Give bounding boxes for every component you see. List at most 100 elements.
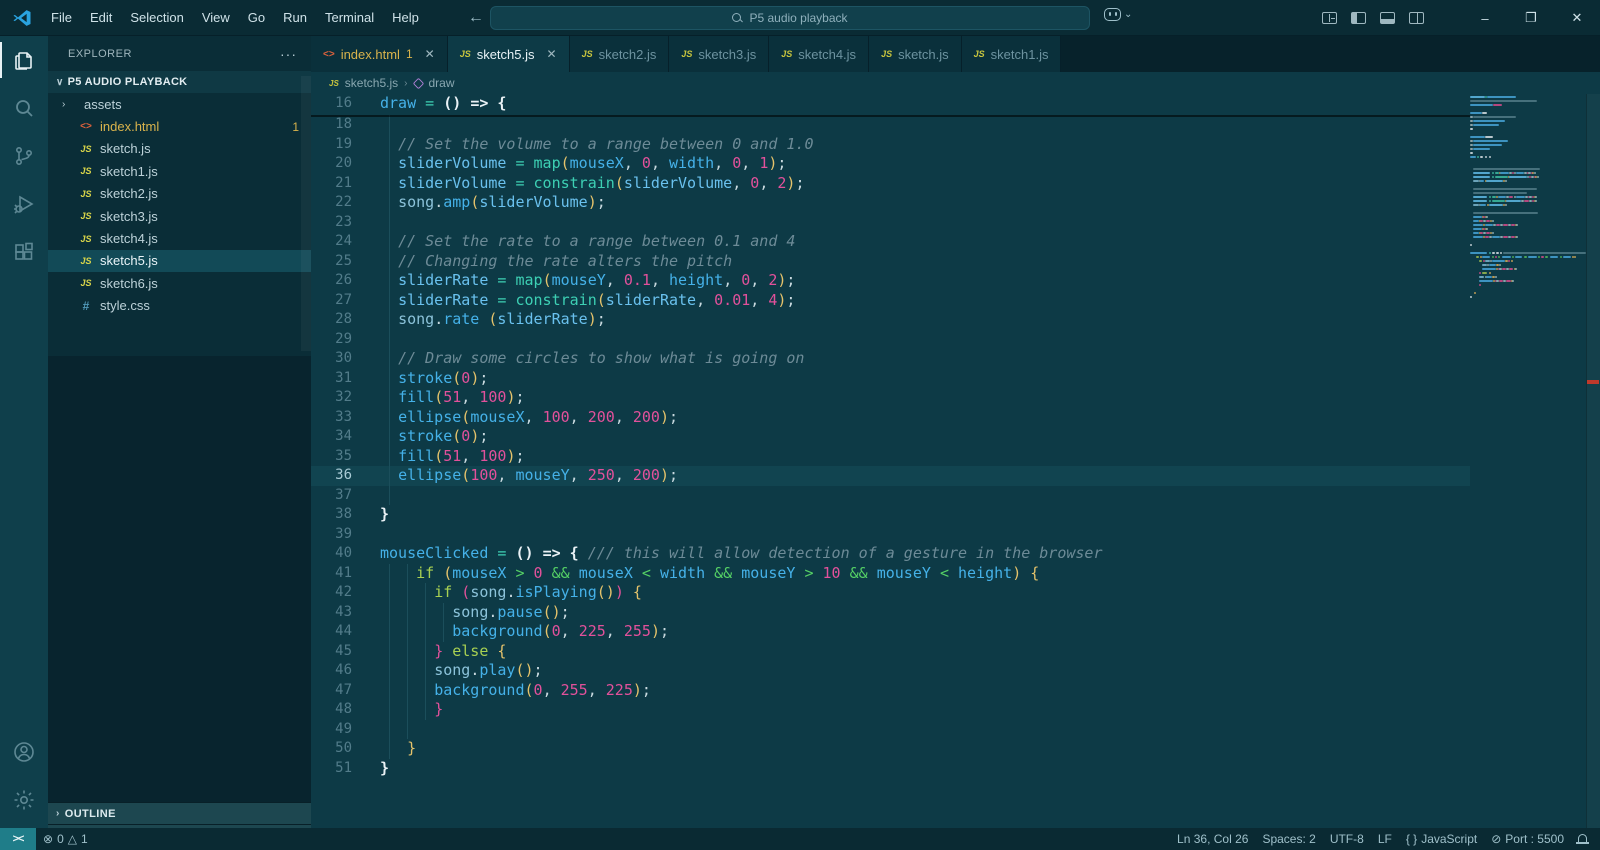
- tab-sketch3.js[interactable]: JS sketch3.js: [669, 36, 770, 72]
- statusbar-language-mode[interactable]: { } JavaScript: [1399, 828, 1484, 850]
- statusbar-notifications[interactable]: [1571, 828, 1594, 850]
- code-line-31[interactable]: 31 stroke(0);: [311, 368, 1470, 388]
- code-line-29[interactable]: 29: [311, 329, 1470, 349]
- file-sketch3.js[interactable]: JS sketch3.js: [48, 205, 311, 227]
- code-line-42[interactable]: 42 if (song.isPlaying()) {: [311, 583, 1470, 603]
- restore-button[interactable]: ❐: [1508, 0, 1554, 36]
- tab-sketch.js[interactable]: JS sketch.js: [869, 36, 962, 72]
- code-line-18[interactable]: 18: [311, 115, 1470, 135]
- code-line-33[interactable]: 33 ellipse(mouseX, 100, 200, 200);: [311, 407, 1470, 427]
- file-sketch5.js[interactable]: JS sketch5.js: [48, 249, 311, 273]
- file-style.css[interactable]: # style.css: [48, 295, 311, 317]
- sticky-line-16[interactable]: 16 draw = () => {: [311, 94, 1470, 114]
- code-line-51[interactable]: 51}: [311, 759, 1470, 779]
- remote-indicator[interactable]: ><: [0, 828, 36, 850]
- file-assets[interactable]: › assets: [48, 93, 311, 115]
- sticky-scroll-line[interactable]: 16 draw = () => {: [311, 94, 1470, 115]
- code-line-37[interactable]: 37: [311, 485, 1470, 505]
- statusbar-eol[interactable]: LF: [1371, 828, 1399, 850]
- close-button[interactable]: ✕: [1554, 0, 1600, 36]
- menu-help[interactable]: Help: [383, 0, 428, 36]
- customize-layout-icon[interactable]: [1322, 12, 1337, 24]
- file-sketch.js[interactable]: JS sketch.js: [48, 138, 311, 160]
- code-line-34[interactable]: 34 stroke(0);: [311, 427, 1470, 447]
- sidebar-scrollbar[interactable]: [301, 76, 311, 351]
- run-debug-icon[interactable]: [0, 180, 48, 228]
- explorer-actions-icon[interactable]: ···: [280, 46, 297, 62]
- code-line-26[interactable]: 26 sliderRate = map(mouseY, 0.1, height,…: [311, 271, 1470, 291]
- code-line-19[interactable]: 19 // Set the volume to a range between …: [311, 134, 1470, 154]
- statusbar-cursor-position[interactable]: Ln 36, Col 26: [1170, 828, 1255, 850]
- statusbar-encoding[interactable]: UTF-8: [1323, 828, 1371, 850]
- tab-sketch1.js[interactable]: JS sketch1.js: [961, 36, 1062, 72]
- menu-go[interactable]: Go: [239, 0, 274, 36]
- tab-sketch5.js[interactable]: JS sketch5.js ✕: [447, 36, 570, 72]
- file-sketch6.js[interactable]: JS sketch6.js: [48, 272, 311, 294]
- statusbar-live-server-port[interactable]: ⊘ Port : 5500: [1484, 828, 1571, 850]
- menu-selection[interactable]: Selection: [121, 0, 192, 36]
- code-line-50[interactable]: 50 }: [311, 739, 1470, 759]
- extensions-icon[interactable]: [0, 228, 48, 276]
- code-line-30[interactable]: 30 // Draw some circles to show what is …: [311, 349, 1470, 369]
- settings-gear-icon[interactable]: [0, 776, 48, 824]
- menu-view[interactable]: View: [193, 0, 239, 36]
- file-sketch2.js[interactable]: JS sketch2.js: [48, 183, 311, 205]
- code-line-20[interactable]: 20 sliderVolume = map(mouseX, 0, width, …: [311, 154, 1470, 174]
- close-tab-icon[interactable]: ✕: [425, 47, 435, 61]
- source-control-icon[interactable]: [0, 132, 48, 180]
- code-line-27[interactable]: 27 sliderRate = constrain(sliderRate, 0.…: [311, 290, 1470, 310]
- minimap[interactable]: [1470, 94, 1586, 828]
- code-line-41[interactable]: 41 if (mouseX > 0 && mouseX < width && m…: [311, 563, 1470, 583]
- line-text: if (song.isPlaying()) {: [434, 583, 642, 601]
- account-icon[interactable]: [0, 728, 48, 776]
- toggle-panel-icon[interactable]: [1380, 12, 1395, 24]
- file-sketch4.js[interactable]: JS sketch4.js: [48, 227, 311, 249]
- tab-sketch4.js[interactable]: JS sketch4.js: [769, 36, 870, 72]
- breadcrumb-file[interactable]: sketch5.js: [345, 76, 398, 90]
- menu-run[interactable]: Run: [274, 0, 316, 36]
- code-line-48[interactable]: 48 }: [311, 700, 1470, 720]
- project-folder-row[interactable]: ∨ P5 AUDIO PLAYBACK: [48, 71, 311, 93]
- copilot-menu[interactable]: ⌄: [1104, 8, 1132, 21]
- menu-edit[interactable]: Edit: [81, 0, 121, 36]
- command-center-search[interactable]: P5 audio playback: [490, 6, 1090, 30]
- close-tab-icon[interactable]: ✕: [547, 47, 557, 61]
- html-file-icon: <>: [80, 121, 92, 133]
- code-line-38[interactable]: 38}: [311, 505, 1470, 525]
- search-sidebar-icon[interactable]: [0, 84, 48, 132]
- code-line-21[interactable]: 21 sliderVolume = constrain(sliderVolume…: [311, 173, 1470, 193]
- code-line-22[interactable]: 22 song.amp(sliderVolume);: [311, 193, 1470, 213]
- file-sketch1.js[interactable]: JS sketch1.js: [48, 160, 311, 182]
- code-line-35[interactable]: 35 fill(51, 100);: [311, 446, 1470, 466]
- outline-section[interactable]: › OUTLINE: [48, 802, 311, 824]
- code-line-49[interactable]: 49: [311, 719, 1470, 739]
- code-line-23[interactable]: 23: [311, 212, 1470, 232]
- editor-scrollbar[interactable]: [1586, 94, 1600, 828]
- code-line-44[interactable]: 44 background(0, 225, 255);: [311, 622, 1470, 642]
- code-line-46[interactable]: 46 song.play();: [311, 661, 1470, 681]
- code-line-47[interactable]: 47 background(0, 255, 225);: [311, 680, 1470, 700]
- problems-indicator[interactable]: ⊗ 0 △ 1: [36, 828, 95, 850]
- statusbar-indentation[interactable]: Spaces: 2: [1255, 828, 1322, 850]
- toggle-secondary-sidebar-icon[interactable]: [1409, 12, 1424, 24]
- menu-terminal[interactable]: Terminal: [316, 0, 383, 36]
- tab-index.html[interactable]: <> index.html 1 ✕: [311, 36, 448, 72]
- code-line-24[interactable]: 24 // Set the rate to a range between 0.…: [311, 232, 1470, 252]
- code-line-28[interactable]: 28 song.rate (sliderRate);: [311, 310, 1470, 330]
- code-editor[interactable]: 16 draw = () => { 18 19 // Set the volume …: [311, 94, 1600, 828]
- code-line-25[interactable]: 25 // Changing the rate alters the pitch: [311, 251, 1470, 271]
- file-index.html[interactable]: <> index.html 1: [48, 115, 311, 137]
- breadcrumb-symbol[interactable]: draw: [429, 76, 455, 90]
- toggle-primary-sidebar-icon[interactable]: [1351, 12, 1366, 24]
- code-line-39[interactable]: 39: [311, 525, 1470, 545]
- code-line-40[interactable]: 40 mouseClicked = () => { /// this will a…: [311, 544, 1470, 564]
- code-line-45[interactable]: 45 } else {: [311, 641, 1470, 661]
- explorer-icon[interactable]: [0, 36, 48, 84]
- code-line-36[interactable]: 36 ellipse(100, mouseY, 250, 200);: [311, 466, 1470, 486]
- tab-sketch2.js[interactable]: JS sketch2.js: [569, 36, 670, 72]
- minimize-button[interactable]: –: [1462, 0, 1508, 36]
- code-line-32[interactable]: 32 fill(51, 100);: [311, 388, 1470, 408]
- menu-file[interactable]: File: [42, 0, 81, 36]
- code-line-43[interactable]: 43 song.pause();: [311, 602, 1470, 622]
- back-arrow-icon[interactable]: ←: [468, 9, 484, 27]
